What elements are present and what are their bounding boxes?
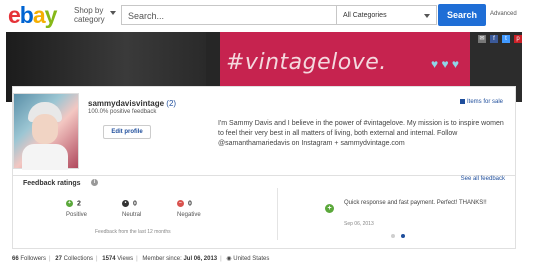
ebay-logo[interactable]: ebay <box>8 2 58 28</box>
positive-feedback-percent: 100.0% positive feedback <box>88 109 157 115</box>
search-field-wrapper <box>121 5 337 25</box>
carousel-dot-2[interactable] <box>401 234 405 238</box>
logo-letter-a: a <box>32 2 46 28</box>
rating-positive[interactable]: +2 <box>66 200 81 207</box>
heart-icons: ♥ ♥ ♥ <box>431 57 460 71</box>
banner-hashtag: #vintagelove. <box>226 50 387 75</box>
shop-by-category-menu[interactable]: Shop by category <box>74 6 116 24</box>
divider: | <box>96 256 98 262</box>
positive-count: 2 <box>77 200 81 208</box>
category-select[interactable]: All Categories <box>337 5 437 25</box>
feedback-period: Feedback from the last 12 months <box>95 229 171 235</box>
feedback-score[interactable]: (2) <box>166 99 176 108</box>
mail-icon[interactable]: ✉ <box>478 35 486 43</box>
location-pin-icon: ◉ <box>226 256 232 262</box>
negative-label: Negative <box>177 212 201 218</box>
neutral-count: 0 <box>133 200 137 208</box>
plus-icon: + <box>66 200 73 207</box>
avatar-face <box>32 114 58 144</box>
views-count: 1574 <box>102 256 116 262</box>
member-since-label: Member since: <box>142 256 182 262</box>
avatar[interactable] <box>13 93 79 170</box>
negative-count: 0 <box>188 200 192 208</box>
shop-by-line2: category <box>74 15 105 24</box>
search-button[interactable]: Search <box>438 4 486 26</box>
divider: | <box>136 256 138 262</box>
collections-label[interactable]: Collections <box>64 256 93 262</box>
info-icon[interactable]: i <box>91 179 98 186</box>
shop-by-line1: Shop by <box>74 6 104 15</box>
logo-letter-y: y <box>44 2 58 28</box>
shopping-bag-icon <box>460 99 465 104</box>
items-for-sale-link[interactable]: Items for sale <box>460 99 503 105</box>
profile-card: sammydavisvintage (2) 100.0% positive fe… <box>12 86 516 176</box>
username[interactable]: sammydavisvintage <box>88 99 164 108</box>
rating-neutral[interactable]: • 0 <box>122 200 137 207</box>
location: United States <box>233 256 270 262</box>
plus-icon: + <box>325 204 334 213</box>
see-all-feedback-link[interactable]: See all feedback <box>461 176 505 182</box>
twitter-icon[interactable]: t <box>502 35 510 43</box>
minus-icon: − <box>177 200 184 207</box>
followers-count: 66 <box>12 256 19 262</box>
logo-letter-b: b <box>19 2 34 28</box>
avatar-body <box>22 144 68 170</box>
items-for-sale-label: Items for sale <box>467 99 504 106</box>
views-label: Views <box>117 256 134 262</box>
collections-count: 27 <box>55 256 62 262</box>
username-line: sammydavisvintage (2) <box>88 99 176 108</box>
chevron-down-icon <box>110 11 116 15</box>
divider: | <box>220 256 222 262</box>
neutral-icon: • <box>122 200 129 207</box>
feedback-panel: Feedback ratings i See all feedback +2 P… <box>12 175 516 249</box>
profile-stats: 66 Followers | 27 Collections | 1574 Views… <box>12 255 269 262</box>
search-input[interactable] <box>122 7 336 25</box>
profile-bio: I'm Sammy Davis and I believe in the pow… <box>218 120 504 147</box>
top-header: ebay Shop by category All Categories Sea… <box>0 0 540 30</box>
edit-profile-button[interactable]: Edit profile <box>103 125 151 139</box>
chevron-down-icon <box>424 14 430 18</box>
feedback-ratings-title: Feedback ratings <box>23 180 81 187</box>
carousel-dot-1[interactable] <box>391 234 395 238</box>
logo-letter-e: e <box>8 2 21 28</box>
divider <box>277 188 278 240</box>
followers-label[interactable]: Followers <box>20 256 46 262</box>
feedback-comment: Quick response and fast payment. Perfect… <box>344 200 487 206</box>
category-select-value: All Categories <box>343 12 387 19</box>
rating-negative[interactable]: −0 <box>177 200 192 207</box>
advanced-search-link[interactable]: Advanced <box>490 11 517 17</box>
divider: | <box>49 256 51 262</box>
facebook-icon[interactable]: f <box>490 35 498 43</box>
feedback-comment-date: Sep 06, 2013 <box>344 221 374 227</box>
neutral-label: Neutral <box>122 212 142 218</box>
member-since-date: Jul 06, 2013 <box>183 256 218 262</box>
pinterest-icon[interactable]: p <box>514 35 522 43</box>
positive-label: Positive <box>66 212 88 218</box>
